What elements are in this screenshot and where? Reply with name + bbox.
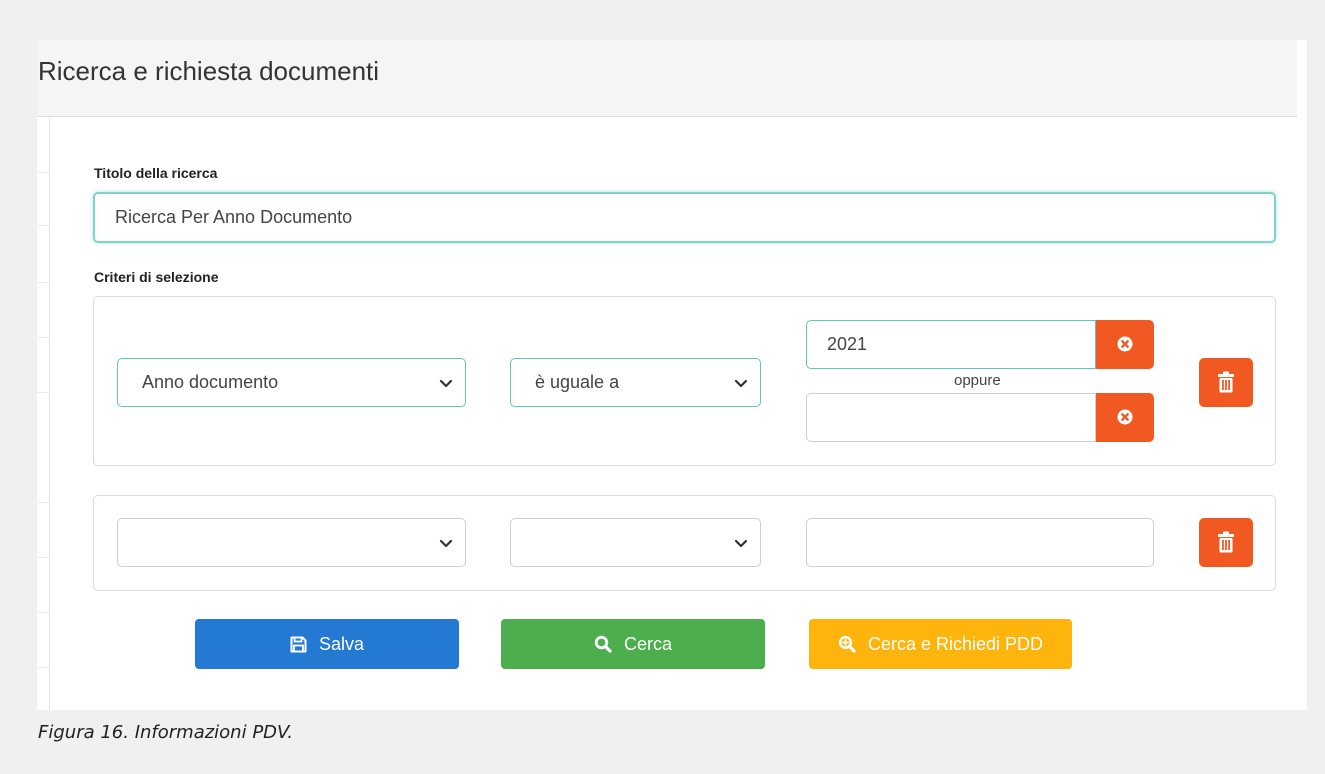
chevron-down-icon bbox=[734, 539, 748, 548]
floppy-disk-icon bbox=[290, 636, 307, 652]
figure-caption: Figura 16. Informazioni PDV. bbox=[38, 722, 293, 743]
field-select[interactable]: Anno documento bbox=[117, 358, 466, 407]
criteria-label: Criteri di selezione bbox=[94, 269, 219, 285]
panel-header: Ricerca e richiesta documenti bbox=[37, 40, 1297, 117]
search-icon bbox=[594, 635, 612, 653]
trash-icon bbox=[1218, 531, 1234, 553]
page-title: Ricerca e richiesta documenti bbox=[38, 56, 380, 86]
clear-value-button[interactable] bbox=[1096, 320, 1154, 369]
value-input[interactable]: 2021 bbox=[806, 320, 1096, 369]
value-input[interactable] bbox=[806, 393, 1096, 442]
chevron-down-icon bbox=[439, 539, 453, 548]
or-separator: oppure bbox=[954, 372, 1001, 389]
delete-criterion-button[interactable] bbox=[1199, 518, 1253, 567]
search-plus-icon bbox=[838, 635, 856, 653]
field-select-value: Anno documento bbox=[142, 372, 279, 392]
times-circle-icon bbox=[1117, 409, 1133, 425]
save-button-label: Salva bbox=[318, 633, 365, 654]
trash-icon bbox=[1218, 371, 1234, 393]
search-and-request-pdd-button[interactable]: Cerca e Richiedi PDD bbox=[809, 619, 1072, 669]
search-and-request-pdd-label: Cerca e Richiedi PDD bbox=[867, 633, 1044, 654]
left-rail bbox=[37, 117, 50, 710]
times-circle-icon bbox=[1117, 336, 1133, 352]
delete-criterion-button[interactable] bbox=[1199, 358, 1253, 407]
field-select[interactable] bbox=[117, 518, 466, 567]
clear-value-button[interactable] bbox=[1096, 393, 1154, 442]
save-button[interactable]: Salva bbox=[195, 619, 459, 669]
search-button[interactable]: Cerca bbox=[501, 619, 765, 669]
value-input-text: 2021 bbox=[827, 334, 868, 354]
chevron-down-icon bbox=[734, 379, 748, 388]
search-title-input[interactable] bbox=[93, 192, 1276, 243]
operator-select[interactable]: è uguale a bbox=[510, 358, 761, 407]
chevron-down-icon bbox=[439, 379, 453, 388]
value-input[interactable] bbox=[806, 518, 1154, 567]
operator-select[interactable] bbox=[510, 518, 761, 567]
search-button-label: Cerca bbox=[623, 633, 672, 654]
operator-select-value: è uguale a bbox=[535, 372, 620, 392]
title-label: Titolo della ricerca bbox=[94, 165, 218, 181]
